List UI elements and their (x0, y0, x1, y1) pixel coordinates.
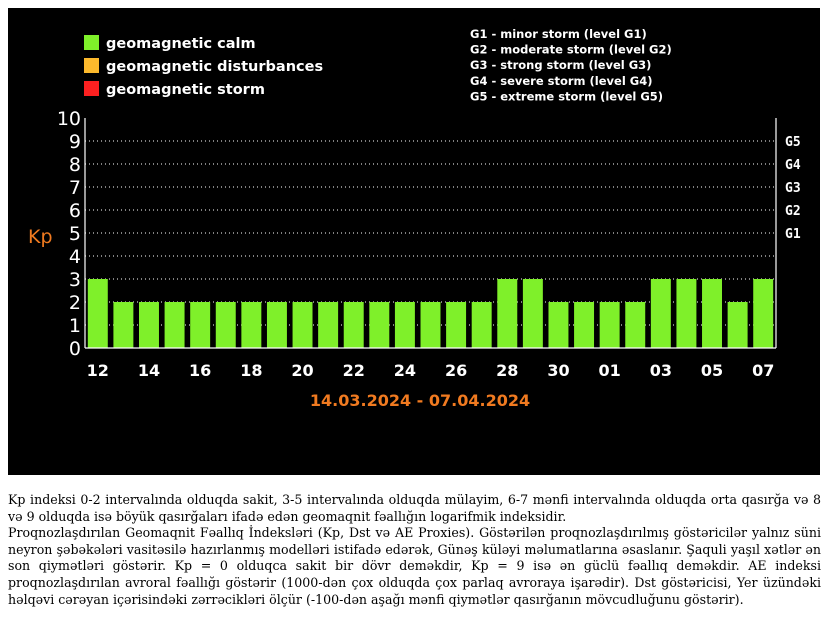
x-tick-label: 03 (650, 361, 672, 380)
y-tick-label: 0 (69, 338, 81, 360)
kp-bar (420, 302, 441, 348)
kp-bar (497, 279, 518, 348)
y-tick-label: 1 (69, 315, 81, 337)
kp-chart: geomagnetic calm geomagnetic disturbances… (28, 27, 801, 410)
date-range-label: 14.03.2024 - 07.04.2024 (310, 391, 530, 410)
kp-bar (625, 302, 646, 348)
x-tick-label: 01 (599, 361, 621, 380)
kp-bar (318, 302, 339, 348)
legend-swatch (84, 81, 99, 96)
y-tick-label: 10 (57, 108, 81, 130)
storm-level-item: G2 - moderate storm (level G2) (470, 43, 672, 57)
storm-level-item: G4 - severe storm (level G4) (470, 74, 652, 88)
caption: Kp indeksi 0-2 intervalında olduqda saki… (8, 492, 821, 608)
kp-bar (446, 302, 467, 348)
storm-level-item: G3 - strong storm (level G3) (470, 58, 651, 72)
x-tick-label: 16 (189, 361, 211, 380)
kp-bar (190, 302, 211, 348)
x-tick-label: 05 (701, 361, 723, 380)
kp-chart-panel: geomagnetic calm geomagnetic disturbances… (8, 8, 820, 475)
g-level-tick-label: G2 (785, 204, 801, 219)
kp-bar (471, 302, 492, 348)
x-tick-label: 20 (291, 361, 313, 380)
y-tick-label: 2 (69, 292, 81, 314)
g-level-tick-label: G4 (785, 158, 801, 173)
y-tick-label: 4 (69, 246, 81, 268)
kp-bar (139, 302, 159, 348)
kp-bar (676, 279, 697, 348)
storm-level-item: G5 - extreme storm (level G5) (470, 89, 663, 103)
kp-bar (215, 302, 236, 348)
y-tick-labels: 012345678910 (57, 108, 81, 360)
y-tick-label: 6 (69, 200, 81, 222)
grid (85, 140, 776, 326)
x-tick-label: 14 (138, 361, 160, 380)
x-tick-label: 12 (87, 361, 109, 380)
y-tick-label: 7 (69, 177, 81, 199)
y-axis-label: Kp (28, 226, 53, 248)
kp-bar (599, 302, 620, 348)
g-level-tick-labels: G1 G2 G3 G4 G5 (785, 135, 801, 242)
kp-bar (164, 302, 185, 348)
g-level-tick-label: G3 (785, 181, 801, 196)
legend-label: geomagnetic calm (106, 36, 256, 52)
kp-bar (727, 302, 748, 348)
y-tick-label: 5 (69, 223, 81, 245)
kp-bar (292, 302, 313, 348)
kp-bar (753, 279, 774, 348)
g-level-tick-label: G1 (785, 227, 801, 242)
storm-level-list: G1 - minor storm (level G1) G2 - moderate… (470, 27, 672, 103)
kp-bar (113, 302, 134, 348)
x-tick-label: 26 (445, 361, 467, 380)
kp-bar (343, 302, 364, 348)
kp-bar (650, 279, 671, 348)
kp-bar (266, 302, 287, 348)
kp-bar (87, 279, 108, 348)
legend: geomagnetic calm geomagnetic disturbances… (84, 35, 323, 98)
caption-paragraph-kp-definition: Kp indeksi 0-2 intervalında olduqda saki… (8, 492, 821, 524)
bars (87, 279, 774, 348)
y-tick-label: 9 (69, 131, 81, 153)
y-tick-label: 3 (69, 269, 81, 291)
legend-swatch (84, 35, 99, 50)
storm-level-item: G1 - minor storm (level G1) (470, 27, 647, 41)
y-tick-label: 8 (69, 154, 81, 176)
kp-bar (574, 302, 595, 348)
x-tick-label: 28 (496, 361, 518, 380)
legend-label: geomagnetic storm (106, 82, 265, 98)
x-tick-label: 07 (752, 361, 774, 380)
kp-bar (522, 279, 543, 348)
caption-paragraph-proxies: Proqnozlaşdırılan Geomaqnit Fəallıq İnde… (8, 525, 821, 607)
x-tick-labels: 12 14 16 18 20 22 24 26 28 30 01 03 05 07 (87, 361, 775, 380)
x-tick-label: 30 (547, 361, 569, 380)
kp-bar (369, 302, 390, 348)
x-tick-label: 18 (240, 361, 262, 380)
g-level-tick-label: G5 (785, 135, 801, 150)
legend-label: geomagnetic disturbances (106, 59, 323, 75)
kp-bar (548, 302, 569, 348)
x-tick-label: 22 (343, 361, 365, 380)
kp-bar (702, 279, 722, 348)
x-tick-label: 24 (394, 361, 416, 380)
legend-swatch (84, 58, 99, 73)
kp-bar (394, 302, 415, 348)
kp-bar (241, 302, 262, 348)
